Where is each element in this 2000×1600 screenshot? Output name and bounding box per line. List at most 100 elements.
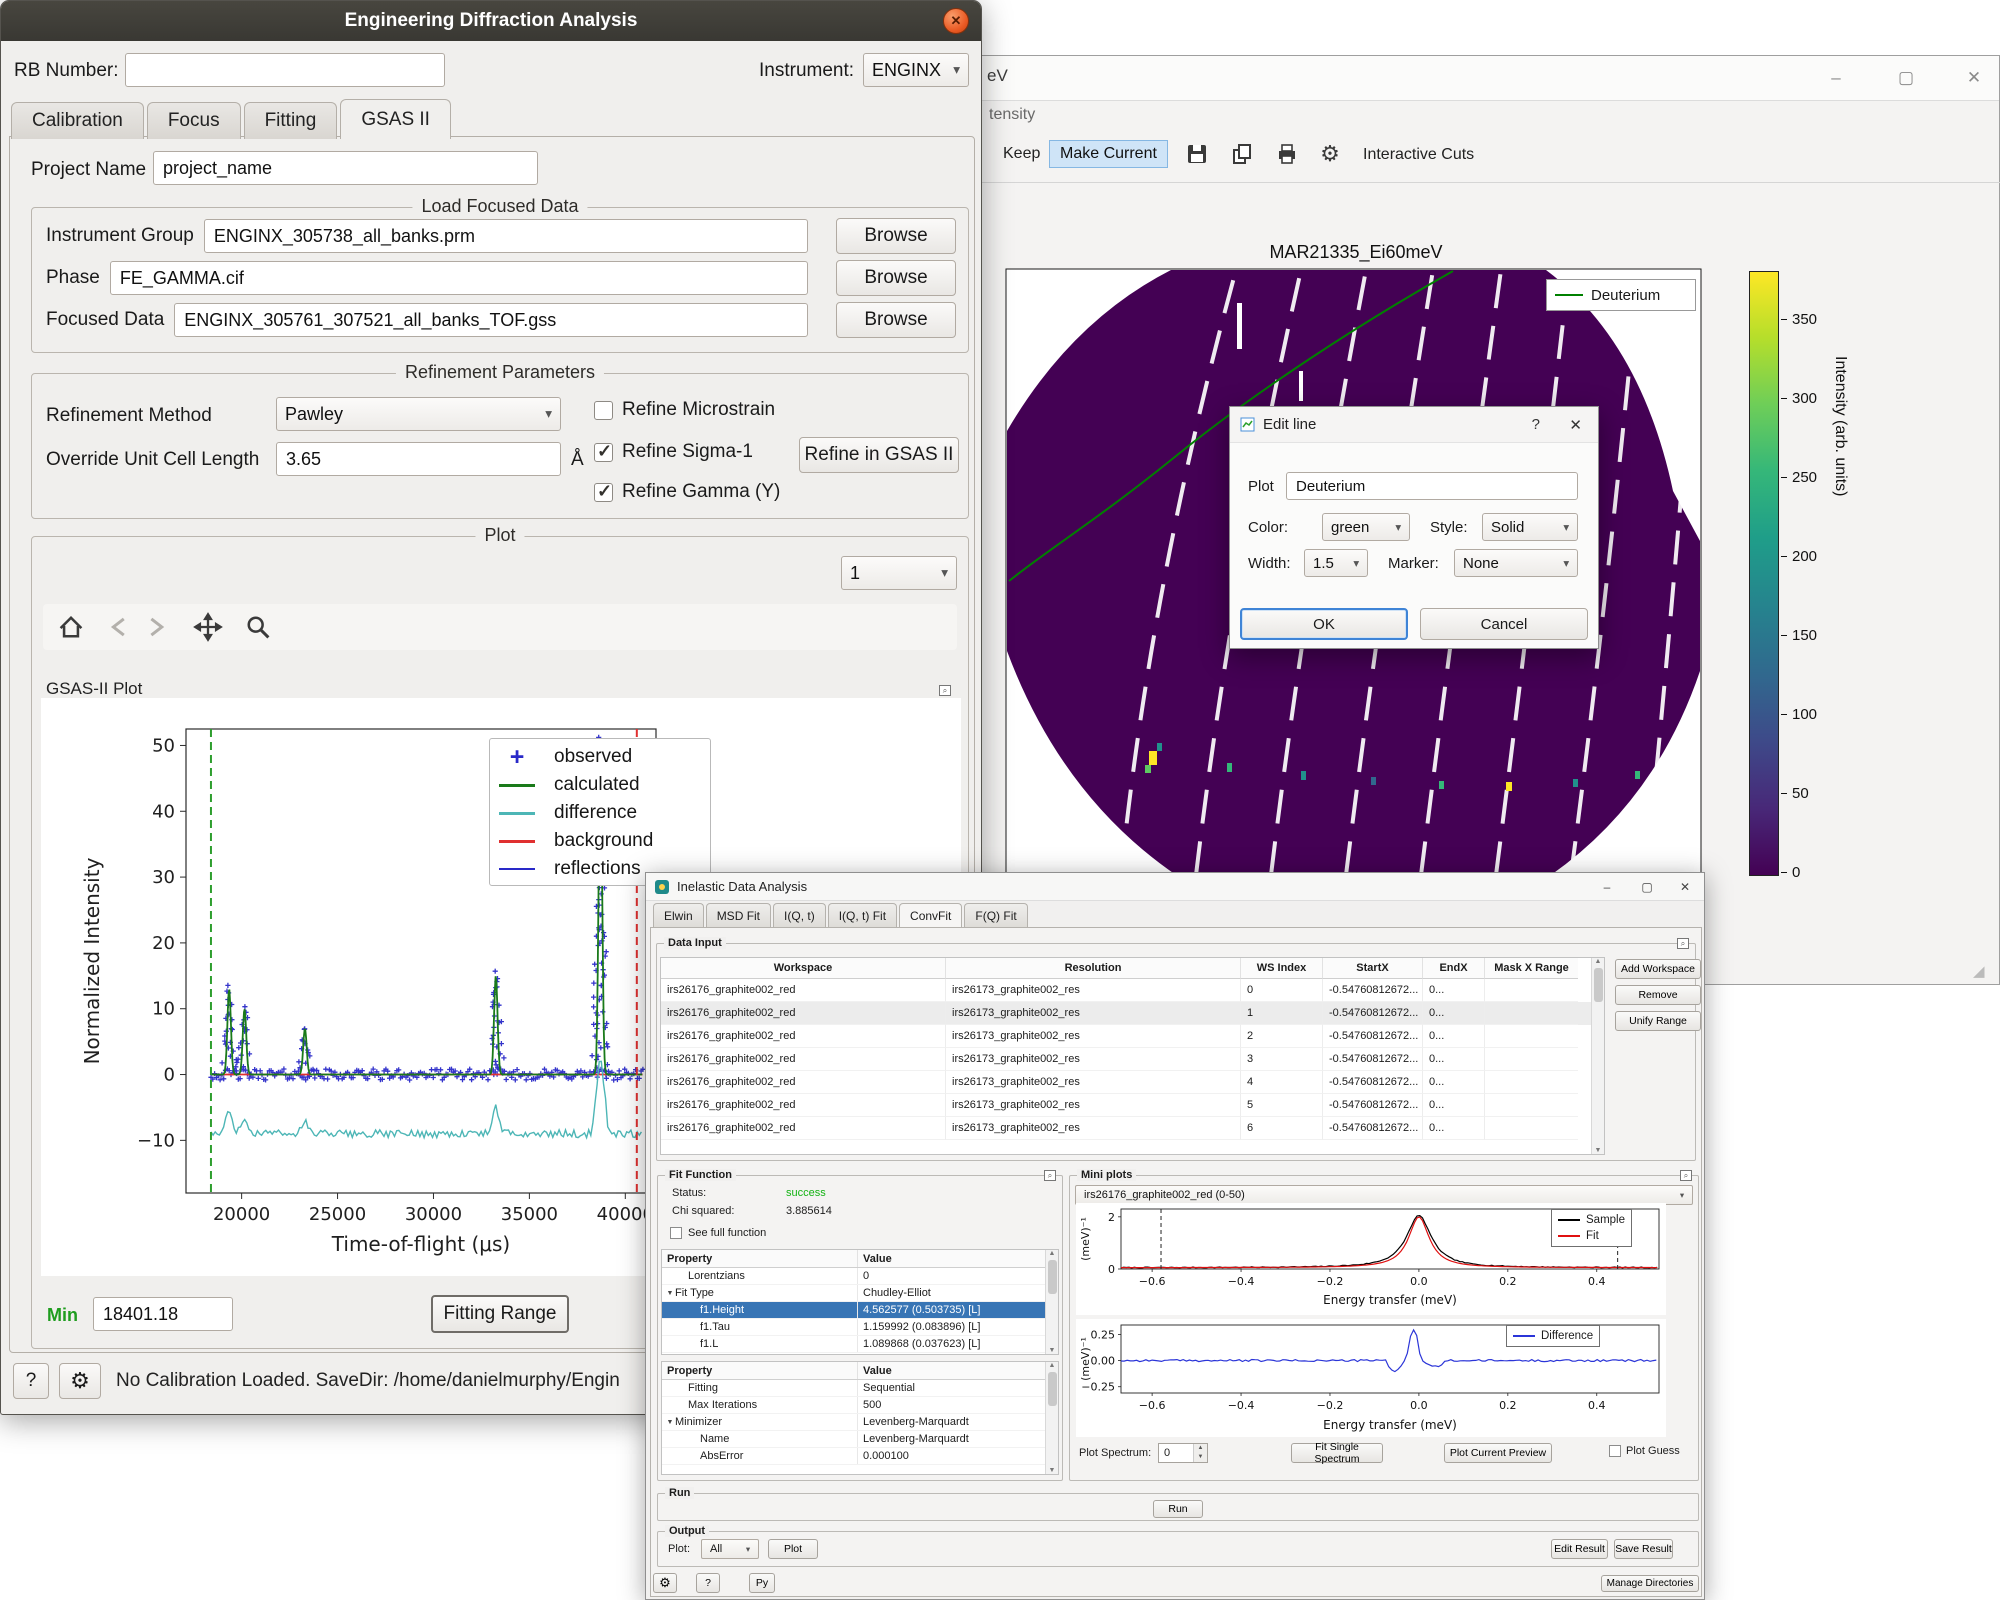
browse-button[interactable]: Browse: [836, 218, 956, 254]
project-name-input[interactable]: project_name: [153, 151, 538, 185]
home-icon[interactable]: [56, 612, 86, 648]
preview-workspace-select[interactable]: irs26176_graphite002_red (0-50)▾: [1075, 1185, 1693, 1205]
fit-property-table[interactable]: Property Value Lorentzians 0 ▼Fit Type C…: [661, 1249, 1059, 1355]
file-path-input[interactable]: ENGINX_305761_307521_all_banks_TOF.gss: [174, 303, 808, 337]
tab[interactable]: GSAS II: [340, 99, 451, 139]
minimize-icon[interactable]: –: [1596, 877, 1618, 897]
output-plot-select[interactable]: All▾: [701, 1539, 759, 1559]
close-icon[interactable]: ✕: [1674, 877, 1696, 897]
make-current-button[interactable]: Make Current: [1049, 140, 1168, 168]
column-header[interactable]: StartX: [1323, 958, 1423, 979]
maximize-icon[interactable]: ▢: [1891, 64, 1921, 92]
minimize-icon[interactable]: –: [1821, 64, 1851, 92]
bank-select[interactable]: 1▾: [841, 556, 957, 590]
table-scrollbar[interactable]: ▲▼: [1045, 1362, 1058, 1474]
instrument-select[interactable]: ENGINX▾: [863, 53, 969, 87]
cancel-button[interactable]: Cancel: [1420, 608, 1588, 640]
detach-icon[interactable]: ⌕: [1044, 1170, 1056, 1181]
property-row[interactable]: ▼Minimizer Levenberg-Marquardt: [662, 1414, 1058, 1431]
see-full-function-checkbox[interactable]: [670, 1227, 682, 1239]
plot-current-preview-button[interactable]: Plot Current Preview: [1444, 1443, 1552, 1463]
detach-icon[interactable]: ⌕: [939, 685, 951, 696]
tab[interactable]: F(Q) Fit: [964, 903, 1027, 927]
table-row[interactable]: irs26176_graphite002_red irs26173_graphi…: [661, 1117, 1604, 1140]
edit-result-button[interactable]: Edit Result: [1551, 1539, 1608, 1559]
edit-line-titlebar[interactable]: Edit line ? ✕: [1230, 407, 1598, 443]
property-row[interactable]: f1.L 1.089868 (0.037623) [L]: [662, 1336, 1058, 1353]
keep-button[interactable]: Keep: [1003, 145, 1040, 163]
property-row[interactable]: Max Iterations 500: [662, 1397, 1058, 1414]
refine-sigma-checkbox[interactable]: [594, 443, 613, 462]
output-plot-button[interactable]: Plot: [768, 1539, 818, 1559]
tab[interactable]: MSD Fit: [706, 903, 771, 927]
preview-legend[interactable]: Sample Fit: [1551, 1209, 1632, 1247]
color-select[interactable]: green▾: [1322, 513, 1410, 541]
table-row[interactable]: irs26176_graphite002_red irs26173_graphi…: [661, 1094, 1604, 1117]
table-row[interactable]: irs26176_graphite002_red irs26173_graphi…: [661, 1002, 1604, 1025]
column-header[interactable]: WS Index: [1241, 958, 1323, 979]
tab[interactable]: I(Q, t): [773, 903, 826, 927]
settings-gear-button[interactable]: ⚙: [653, 1573, 677, 1593]
table-row[interactable]: irs26176_graphite002_red irs26173_graphi…: [661, 1025, 1604, 1048]
workspace-table[interactable]: WorkspaceResolutionWS IndexStartXEndXMas…: [660, 957, 1605, 1155]
remove-button[interactable]: Remove: [1615, 985, 1701, 1005]
property-row[interactable]: Fitting Sequential: [662, 1380, 1058, 1397]
help-button[interactable]: ?: [696, 1573, 720, 1593]
table-row[interactable]: irs26176_graphite002_red irs26173_graphi…: [661, 1048, 1604, 1071]
ida-titlebar[interactable]: Inelastic Data Analysis – ▢ ✕: [646, 873, 1704, 901]
tab[interactable]: Calibration: [11, 102, 144, 139]
column-header[interactable]: EndX: [1423, 958, 1485, 979]
settings-gear-button[interactable]: ⚙: [59, 1363, 101, 1399]
copy-icon[interactable]: [1228, 140, 1256, 168]
close-button[interactable]: ✕: [943, 8, 969, 34]
property-row[interactable]: f1.Height 4.562577 (0.503735) [L]: [662, 1302, 1058, 1319]
pan-icon[interactable]: [193, 612, 223, 648]
maximize-icon[interactable]: ▢: [1636, 877, 1658, 897]
column-header[interactable]: Mask X Range: [1485, 958, 1578, 979]
difference-legend[interactable]: Difference: [1506, 1325, 1600, 1347]
dialog-close-icon[interactable]: ✕: [1569, 416, 1582, 434]
unify-range-button[interactable]: Unify Range: [1615, 1011, 1701, 1031]
interactive-cuts-button[interactable]: Interactive Cuts: [1363, 146, 1474, 164]
min-input[interactable]: 18401.18: [93, 1297, 233, 1331]
property-row[interactable]: f1.Tau 1.159992 (0.083896) [L]: [662, 1319, 1058, 1336]
refinement-method-select[interactable]: Pawley▾: [276, 397, 561, 431]
fit-settings-table[interactable]: Property Value Fitting Sequential Max It…: [661, 1361, 1059, 1475]
tab[interactable]: ConvFit: [899, 903, 962, 927]
forward-icon[interactable]: [141, 612, 171, 648]
tab[interactable]: Focus: [147, 102, 241, 139]
fitting-range-button[interactable]: Fitting Range: [431, 1295, 569, 1333]
ok-button[interactable]: OK: [1240, 608, 1408, 640]
tab[interactable]: Fitting: [244, 102, 338, 139]
tab[interactable]: I(Q, t) Fit: [828, 903, 897, 927]
resize-grip[interactable]: ◢: [1973, 962, 1985, 980]
tab[interactable]: Elwin: [653, 903, 704, 927]
width-select[interactable]: 1.5▾: [1304, 549, 1368, 577]
browse-button[interactable]: Browse: [836, 260, 956, 296]
column-header[interactable]: Resolution: [946, 958, 1241, 979]
property-row[interactable]: Lorentzians 0: [662, 1268, 1058, 1285]
back-icon[interactable]: [103, 612, 133, 648]
unit-cell-input[interactable]: 3.65: [276, 442, 561, 476]
help-button[interactable]: ?: [13, 1363, 49, 1399]
property-row[interactable]: AbsError 0.000100: [662, 1448, 1058, 1465]
close-icon[interactable]: ✕: [1959, 64, 1989, 92]
browse-button[interactable]: Browse: [836, 302, 956, 338]
plot-name-input[interactable]: Deuterium: [1286, 472, 1578, 500]
file-path-input[interactable]: FE_GAMMA.cif: [110, 261, 808, 295]
file-path-input[interactable]: ENGINX_305738_all_banks.prm: [204, 219, 808, 253]
table-scrollbar[interactable]: ▲▼: [1591, 958, 1604, 1154]
plot-spectrum-spinner[interactable]: 0 ▲▼: [1158, 1443, 1208, 1463]
fit-single-spectrum-button[interactable]: Fit Single Spectrum: [1291, 1443, 1383, 1463]
gear-icon[interactable]: ⚙: [1316, 140, 1344, 168]
table-row[interactable]: irs26176_graphite002_red irs26173_graphi…: [661, 979, 1604, 1002]
table-row[interactable]: irs26176_graphite002_red irs26173_graphi…: [661, 1071, 1604, 1094]
dialog-help-icon[interactable]: ?: [1532, 416, 1540, 433]
add-workspace-button[interactable]: Add Workspace: [1615, 959, 1701, 979]
style-select[interactable]: Solid▾: [1482, 513, 1578, 541]
save-icon[interactable]: [1183, 140, 1211, 168]
detach-icon[interactable]: ⌕: [1680, 1170, 1692, 1181]
spinner-arrows[interactable]: ▲▼: [1193, 1444, 1207, 1462]
plot-guess-checkbox[interactable]: [1609, 1445, 1621, 1457]
property-row[interactable]: Name Levenberg-Marquardt: [662, 1431, 1058, 1448]
